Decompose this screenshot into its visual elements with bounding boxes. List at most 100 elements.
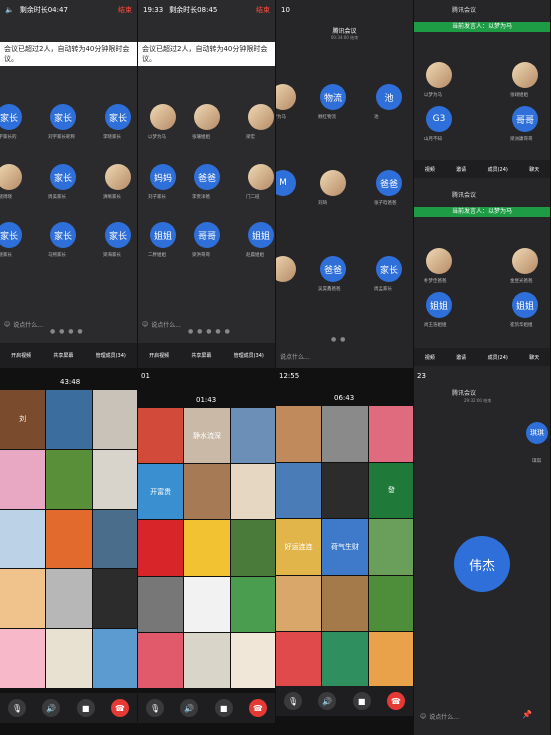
video-tile[interactable] bbox=[0, 509, 46, 569]
mic-icon[interactable]: 🎙 bbox=[8, 699, 27, 717]
video-tile[interactable] bbox=[368, 519, 413, 575]
members-button[interactable]: 管理成员(34) bbox=[96, 352, 126, 359]
participant-avatar[interactable] bbox=[150, 104, 176, 130]
video-tile[interactable] bbox=[184, 576, 230, 632]
participant-avatar[interactable] bbox=[512, 62, 538, 88]
participant-avatar[interactable] bbox=[248, 164, 274, 190]
share-screen-button[interactable]: 共享屏幕 bbox=[191, 352, 211, 359]
video-tile[interactable]: 荷气生财 bbox=[322, 519, 368, 575]
video-tile[interactable] bbox=[230, 520, 275, 576]
participant-avatar[interactable]: 姐姐 bbox=[150, 222, 176, 248]
camera-icon[interactable]: ■ bbox=[76, 699, 95, 717]
end-button[interactable]: 结束 bbox=[118, 5, 132, 15]
chat-input[interactable]: 说点什么... bbox=[280, 352, 310, 361]
chat-input[interactable]: ☺ 说点什么... bbox=[4, 320, 43, 329]
participant-avatar[interactable]: 姐姐 bbox=[248, 222, 274, 248]
video-tile[interactable] bbox=[0, 629, 46, 688]
members-button[interactable]: 管理成员(34) bbox=[234, 352, 264, 359]
video-tile[interactable] bbox=[276, 575, 322, 632]
speaker-avatar[interactable]: 伟杰 bbox=[454, 536, 510, 592]
participant-avatar[interactable] bbox=[194, 104, 220, 130]
video-tile[interactable] bbox=[92, 449, 137, 509]
video-tile[interactable] bbox=[184, 632, 230, 688]
participant-avatar[interactable]: 爸爸 bbox=[320, 256, 346, 282]
video-tile[interactable]: 發 bbox=[368, 462, 413, 519]
chat-button[interactable]: 聊天 bbox=[529, 354, 539, 361]
video-tile[interactable] bbox=[230, 464, 275, 520]
hangup-icon[interactable]: ☎ bbox=[386, 692, 405, 710]
video-button[interactable]: 开启视频 bbox=[11, 352, 31, 359]
participant-avatar[interactable]: 妈妈 bbox=[150, 164, 176, 190]
camera-icon[interactable]: ■ bbox=[352, 692, 371, 710]
video-tile[interactable] bbox=[46, 569, 92, 629]
participant-avatar[interactable] bbox=[248, 104, 274, 130]
video-tile[interactable] bbox=[92, 569, 137, 629]
video-tile[interactable] bbox=[322, 632, 368, 688]
participant-avatar[interactable] bbox=[0, 164, 22, 190]
video-tile[interactable] bbox=[368, 575, 413, 632]
chat-input[interactable]: ☺ 说点什么... bbox=[420, 712, 459, 721]
video-tile[interactable] bbox=[230, 632, 275, 688]
video-tile[interactable]: 好运连连 bbox=[276, 519, 322, 575]
video-tile[interactable] bbox=[322, 575, 368, 632]
video-tile[interactable] bbox=[46, 509, 92, 569]
participant-avatar[interactable]: 池 bbox=[376, 84, 402, 110]
video-button[interactable]: 视频 bbox=[425, 166, 435, 173]
video-tile[interactable]: 静水流深 bbox=[184, 408, 230, 464]
video-tile[interactable] bbox=[276, 406, 322, 462]
participant-avatar[interactable]: 爸爸 bbox=[194, 164, 220, 190]
participant-avatar[interactable]: 哥哥 bbox=[194, 222, 220, 248]
video-tile[interactable] bbox=[322, 406, 368, 462]
participant-avatar[interactable]: 姐姐 bbox=[512, 292, 538, 318]
pin-icon[interactable]: 📌 bbox=[522, 710, 532, 719]
participant-avatar[interactable]: 哥哥 bbox=[512, 106, 538, 132]
video-tile[interactable] bbox=[46, 390, 92, 449]
video-tile[interactable] bbox=[92, 629, 137, 688]
video-tile[interactable] bbox=[276, 462, 322, 519]
participant-avatar[interactable]: 物流 bbox=[320, 84, 346, 110]
participant-avatar[interactable] bbox=[276, 256, 296, 282]
invite-button[interactable]: 邀请 bbox=[456, 166, 466, 173]
participant-avatar[interactable]: G3 bbox=[426, 106, 452, 132]
participant-avatar[interactable] bbox=[512, 248, 538, 274]
speaker-icon[interactable]: 🔊 bbox=[318, 692, 337, 710]
camera-icon[interactable]: ■ bbox=[214, 699, 233, 717]
video-tile[interactable] bbox=[184, 520, 230, 576]
video-tile[interactable] bbox=[138, 576, 184, 632]
participant-avatar[interactable]: 家长 bbox=[105, 222, 131, 248]
share-screen-button[interactable]: 共享屏幕 bbox=[53, 352, 73, 359]
participant-avatar[interactable]: 家长 bbox=[105, 104, 131, 130]
video-tile[interactable] bbox=[138, 408, 184, 464]
video-tile[interactable]: 开富贵 bbox=[138, 464, 184, 520]
participant-avatar[interactable] bbox=[426, 62, 452, 88]
participant-avatar[interactable]: 家长 bbox=[0, 104, 22, 130]
end-button[interactable]: 结束 bbox=[256, 5, 270, 15]
chat-input[interactable]: ☺ 说点什么... bbox=[142, 320, 181, 329]
speaker-icon[interactable]: 🔊 bbox=[180, 699, 199, 717]
participant-avatar[interactable] bbox=[320, 170, 346, 196]
mic-icon[interactable]: 🎙 bbox=[146, 699, 165, 717]
video-button[interactable]: 开启视频 bbox=[149, 352, 169, 359]
video-tile[interactable] bbox=[368, 406, 413, 462]
participant-avatar[interactable]: 爸爸 bbox=[376, 170, 402, 196]
video-tile[interactable] bbox=[92, 390, 137, 449]
page-dots[interactable]: ● ● ● ● ● bbox=[188, 328, 231, 335]
video-tile[interactable] bbox=[0, 569, 46, 629]
participant-avatar[interactable]: 家长 bbox=[50, 104, 76, 130]
video-tile[interactable] bbox=[138, 632, 184, 688]
hangup-icon[interactable]: ☎ bbox=[110, 699, 129, 717]
video-tile[interactable] bbox=[276, 632, 322, 688]
video-button[interactable]: 视频 bbox=[425, 354, 435, 361]
video-tile[interactable] bbox=[46, 449, 92, 509]
participant-avatar[interactable] bbox=[426, 248, 452, 274]
participant-avatar[interactable]: 家长 bbox=[0, 222, 22, 248]
video-tile[interactable] bbox=[92, 509, 137, 569]
members-button[interactable]: 成员(24) bbox=[488, 166, 508, 173]
participant-avatar[interactable]: 琪琪 bbox=[526, 422, 548, 444]
video-tile[interactable] bbox=[368, 632, 413, 688]
participant-avatar[interactable]: 家长 bbox=[50, 222, 76, 248]
participant-avatar[interactable]: 家长 bbox=[376, 256, 402, 282]
participant-avatar[interactable]: 姐姐 bbox=[426, 292, 452, 318]
video-tile[interactable] bbox=[138, 520, 184, 576]
page-dots[interactable]: ● ● ● ● bbox=[50, 328, 84, 335]
